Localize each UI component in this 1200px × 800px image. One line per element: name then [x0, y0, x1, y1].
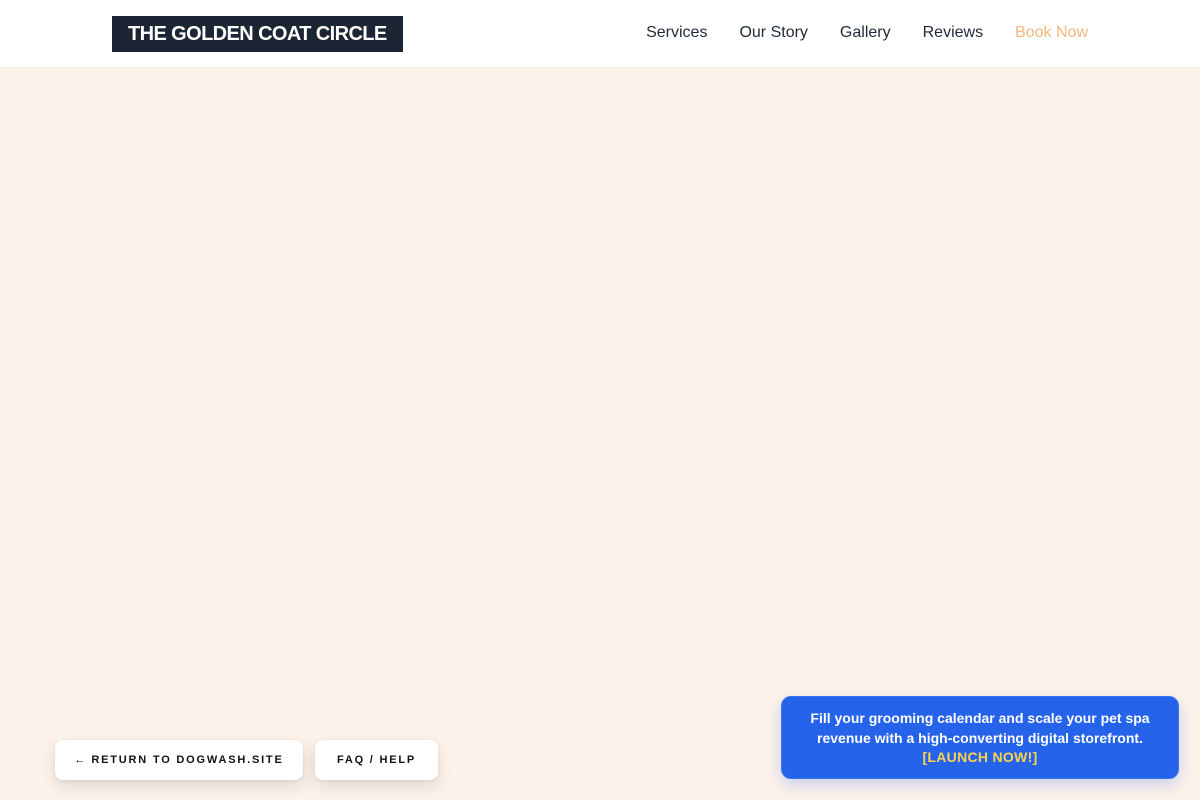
hero-area [0, 69, 1200, 800]
arrow-left-icon: ← [74, 754, 86, 766]
return-to-site-button[interactable]: ← RETURN TO DOGWASH.SITE [55, 740, 303, 780]
nav-link-gallery[interactable]: Gallery [840, 24, 891, 42]
return-button-label: RETURN TO DOGWASH.SITE [91, 754, 284, 766]
main-nav: Services Our Story Gallery Reviews Book … [646, 0, 1088, 66]
site-header: THE GOLDEN COAT CIRCLE Services Our Stor… [0, 0, 1200, 68]
site-logo[interactable]: THE GOLDEN COAT CIRCLE [112, 16, 403, 52]
promo-text: Fill your grooming calendar and scale yo… [810, 710, 1150, 746]
nav-link-our-story[interactable]: Our Story [739, 24, 807, 42]
faq-button-label: FAQ / HELP [336, 754, 417, 766]
nav-link-book-now[interactable]: Book Now [1015, 24, 1088, 42]
launch-now-link[interactable]: [LAUNCH NOW!] [806, 748, 1154, 768]
promo-banner[interactable]: Fill your grooming calendar and scale yo… [781, 696, 1179, 779]
faq-help-button[interactable]: FAQ / HELP [315, 740, 438, 780]
nav-link-services[interactable]: Services [646, 24, 707, 42]
nav-link-reviews[interactable]: Reviews [923, 24, 983, 42]
